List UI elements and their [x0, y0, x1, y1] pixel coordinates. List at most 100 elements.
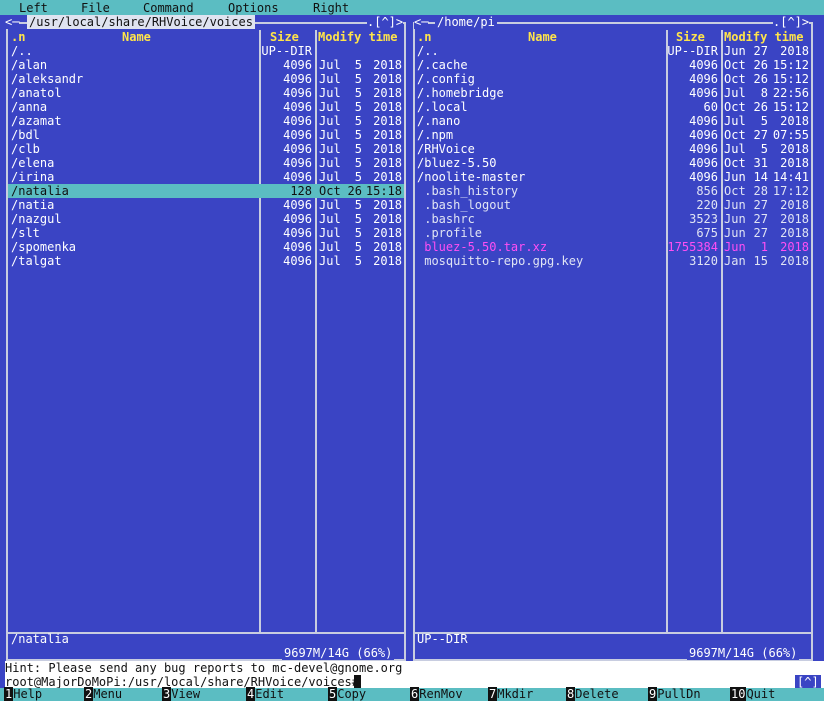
subshell-scroll-indicator[interactable]: [^] [795, 675, 821, 689]
right-file-time: 15:12 [772, 58, 809, 72]
right-file-row[interactable]: /RHVoice 4096 Jul 5 2018 [415, 142, 811, 156]
left-file-row[interactable]: /anatol 4096 Jul 5 2018 [8, 86, 404, 100]
right-header-name[interactable]: Name [528, 30, 557, 44]
right-file-row[interactable]: /.. UP--DIR Jun 27 2018 [415, 44, 811, 58]
menu-left[interactable]: Left [19, 1, 48, 15]
fkey-help-button[interactable]: 1Help [4, 687, 42, 701]
left-file-row[interactable]: /bdl 4096 Jul 5 2018 [8, 128, 404, 142]
right-file-row[interactable]: /.homebridge 4096 Jul 8 22:56 [415, 86, 811, 100]
right-file-month: Jun [724, 170, 746, 184]
left-file-name: /talgat [11, 254, 62, 268]
right-file-row[interactable]: /.cache 4096 Oct 26 15:12 [415, 58, 811, 72]
left-header-mtime[interactable]: Modify time [318, 30, 397, 44]
right-file-row[interactable]: /.local 60 Oct 26 15:12 [415, 100, 811, 114]
left-file-row[interactable]: /anna 4096 Jul 5 2018 [8, 100, 404, 114]
right-file-day: 5 [760, 114, 768, 128]
right-file-name: bluez-5.50.tar.xz [417, 240, 548, 254]
left-file-row[interactable]: /clb 4096 Jul 5 2018 [8, 142, 404, 156]
right-file-name: /RHVoice [417, 142, 475, 156]
right-file-row[interactable]: /bluez-5.50 4096 Oct 31 2018 [415, 156, 811, 170]
right-header-mtime[interactable]: Modify time [724, 30, 803, 44]
right-header-size[interactable]: Size [676, 30, 705, 44]
right-file-row[interactable]: /noolite-master 4096 Jun 14 14:41 [415, 170, 811, 184]
right-file-day: 26 [753, 100, 768, 114]
fkey-edit-button[interactable]: 4Edit [246, 687, 284, 701]
right-file-name: /bluez-5.50 [417, 156, 497, 170]
fkey-delete-button[interactable]: 8Delete [566, 687, 619, 701]
left-file-size: 4096 [283, 100, 312, 114]
menu-file[interactable]: File [81, 1, 110, 15]
fkey-number: 8 [566, 687, 576, 701]
left-file-time: 2018 [373, 86, 402, 100]
right-file-size: UP--DIR [667, 44, 718, 58]
right-file-time: 14:41 [772, 170, 809, 184]
right-file-month: Oct [724, 58, 746, 72]
left-file-day: 5 [354, 100, 362, 114]
fkey-pulldn-button[interactable]: 9PullDn [648, 687, 701, 701]
left-mini-status: /natalia [11, 632, 69, 646]
fkey-copy-button[interactable]: 5Copy [328, 687, 366, 701]
right-file-time: 2018 [780, 212, 809, 226]
fkey-mkdir-button[interactable]: 7Mkdir [488, 687, 534, 701]
right-file-row[interactable]: bluez-5.50.tar.xz 1755384 Jun 1 2018 [415, 240, 811, 254]
left-file-row[interactable]: /irina 4096 Jul 5 2018 [8, 170, 404, 184]
left-file-row[interactable]: /elena 4096 Jul 5 2018 [8, 156, 404, 170]
fkey-renmov-button[interactable]: 6RenMov [410, 687, 463, 701]
right-file-day: 1 [760, 240, 768, 254]
menu-right[interactable]: Right [313, 1, 349, 15]
right-file-row[interactable]: .bash_history 856 Oct 28 17:12 [415, 184, 811, 198]
left-file-row[interactable]: /spomenka 4096 Jul 5 2018 [8, 240, 404, 254]
left-file-time: 2018 [373, 212, 402, 226]
right-panel-path[interactable]: /home/pi [435, 15, 497, 29]
left-panel-history-button[interactable]: .[^]> [367, 15, 404, 29]
left-sort-indicator[interactable]: .n [11, 30, 25, 44]
right-file-row[interactable]: /.config 4096 Oct 26 15:12 [415, 72, 811, 86]
left-file-row[interactable]: /aleksandr 4096 Jul 5 2018 [8, 72, 404, 86]
left-file-row[interactable]: /talgat 4096 Jul 5 2018 [8, 254, 404, 268]
right-file-name: /noolite-master [417, 170, 526, 184]
right-file-size: 220 [696, 198, 718, 212]
left-file-row[interactable]: /natalia 128 Oct 26 15:18 [8, 184, 404, 198]
left-file-month: Jul [319, 170, 341, 184]
fkey-menu-button[interactable]: 2Menu [84, 687, 122, 701]
right-file-month: Jul [724, 86, 746, 100]
right-file-month: Jan [724, 254, 746, 268]
right-file-row[interactable]: /.npm 4096 Oct 27 07:55 [415, 128, 811, 142]
right-file-day: 27 [753, 198, 768, 212]
left-panel[interactable]: <─ /usr/local/share/RHVoice/voices .[^]>… [0, 15, 410, 661]
left-file-row[interactable]: /slt 4096 Jul 5 2018 [8, 226, 404, 240]
right-file-month: Oct [724, 128, 746, 142]
left-file-time: 15:18 [365, 184, 402, 198]
left-file-row[interactable]: /azamat 4096 Jul 5 2018 [8, 114, 404, 128]
left-file-time: 2018 [373, 72, 402, 86]
left-file-day: 5 [354, 142, 362, 156]
fkey-quit-button[interactable]: 10Quit [730, 687, 775, 701]
left-file-row[interactable]: /alan 4096 Jul 5 2018 [8, 58, 404, 72]
left-file-name: /elena [11, 156, 55, 170]
right-file-row[interactable]: .bashrc 3523 Jun 27 2018 [415, 212, 811, 226]
right-file-row[interactable]: .bash_logout 220 Jun 27 2018 [415, 198, 811, 212]
right-file-row[interactable]: mosquitto-repo.gpg.key 3120 Jan 15 2018 [415, 254, 811, 268]
left-panel-path[interactable]: /usr/local/share/RHVoice/voices [27, 15, 255, 29]
left-header-size[interactable]: Size [270, 30, 299, 44]
left-file-row[interactable]: /natia 4096 Jul 5 2018 [8, 198, 404, 212]
right-file-name: /.cache [417, 58, 468, 72]
left-file-month: Jul [319, 254, 341, 268]
right-panel-history-button[interactable]: .[^]> [773, 15, 810, 29]
menu-command[interactable]: Command [143, 1, 194, 15]
right-file-time: 2018 [780, 142, 809, 156]
left-file-row[interactable]: /.. UP--DIR [8, 44, 404, 58]
right-file-size: 4096 [689, 86, 718, 100]
right-file-size: 675 [696, 226, 718, 240]
left-header-name[interactable]: Name [122, 30, 151, 44]
fkey-label: RenMov [419, 687, 463, 701]
right-panel[interactable]: <─ /home/pi .[^]> .n Name Size Modify ti… [410, 15, 822, 661]
menu-options[interactable]: Options [228, 1, 279, 15]
right-file-row[interactable]: .profile 675 Jun 27 2018 [415, 226, 811, 240]
fkey-view-button[interactable]: 3View [162, 687, 200, 701]
left-file-row[interactable]: /nazgul 4096 Jul 5 2018 [8, 212, 404, 226]
right-file-time: 22:56 [772, 86, 809, 100]
fkey-label: Mkdir [497, 687, 534, 701]
right-file-row[interactable]: /.nano 4096 Jul 5 2018 [415, 114, 811, 128]
right-sort-indicator[interactable]: .n [417, 30, 431, 44]
